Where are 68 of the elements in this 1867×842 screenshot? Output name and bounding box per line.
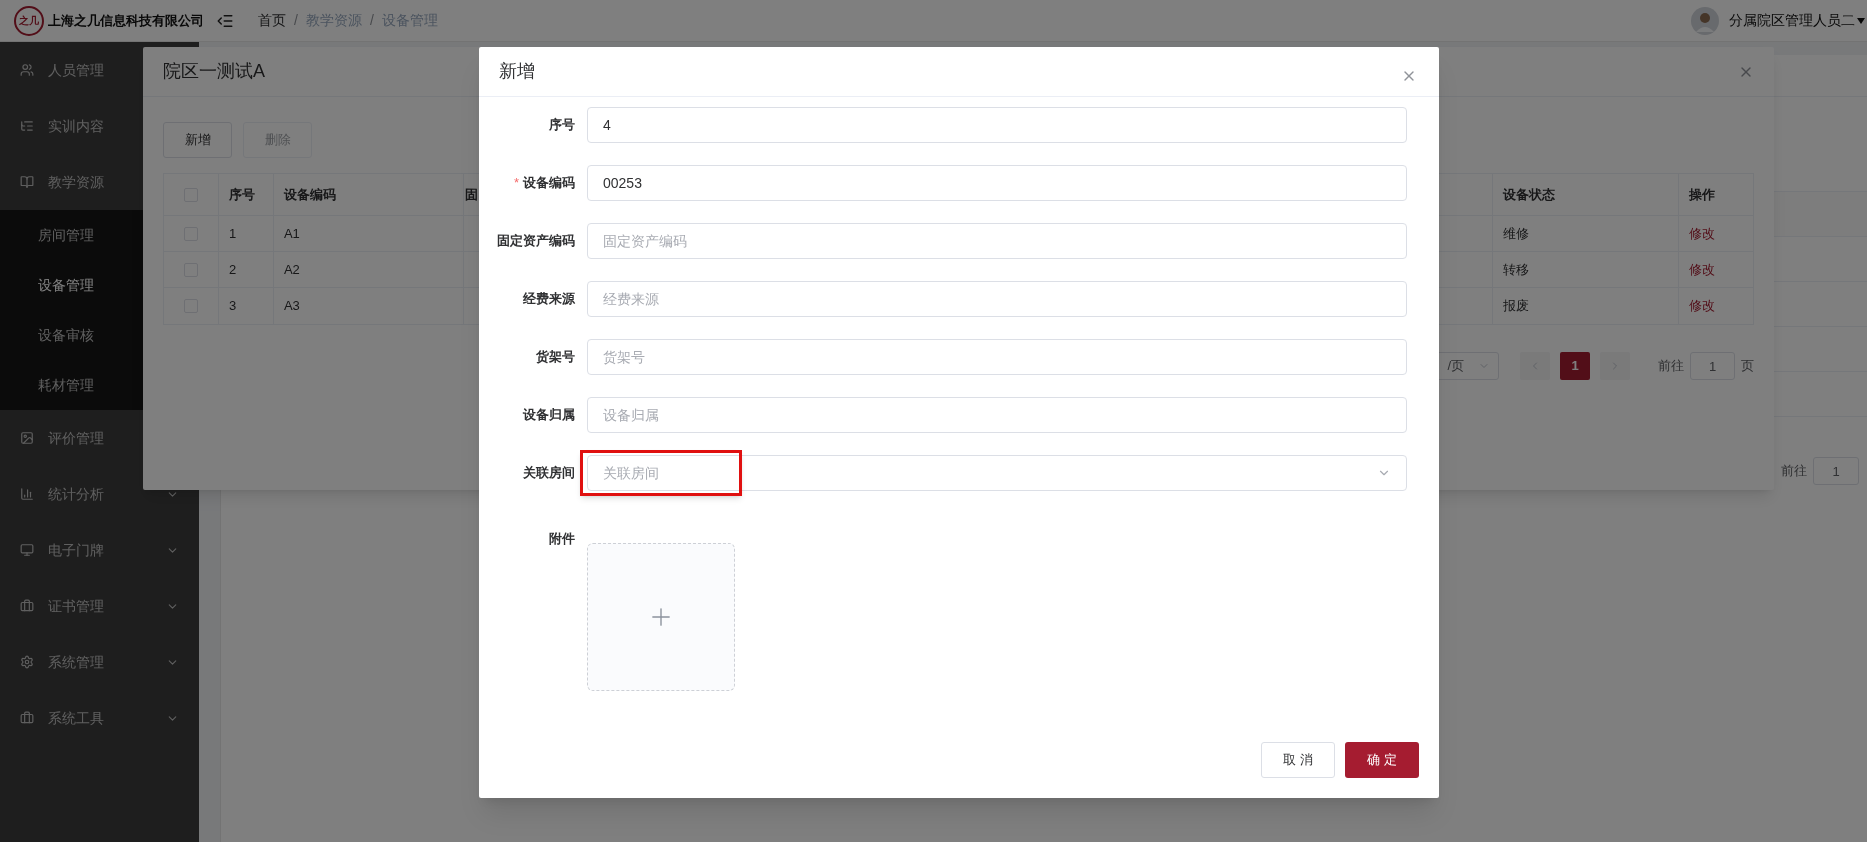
field-label: 关联房间 [523,464,575,483]
image-icon [20,431,34,445]
user-name[interactable]: 分属院区管理人员二 [1729,10,1855,31]
select-field[interactable]: 关联房间 [587,455,1407,491]
dialog-title: 新增 [499,60,535,83]
field-label: 固定资产编码 [497,232,575,251]
page-suffix: 页 [1741,357,1754,376]
company-name: 上海之几信息科技有限公司 [48,11,204,30]
table-cell-text: 2 [228,260,237,279]
input-field[interactable]: 00253 [587,165,1407,201]
table-cell-text: 维修 [1503,224,1530,243]
sidebar-item[interactable]: 系统管理 [0,634,199,690]
toolbar-button[interactable]: 新增 [163,122,232,158]
column-header: 操作 [1689,185,1716,204]
breadcrumb-separator: / [369,11,374,30]
upload-area[interactable] [587,543,735,691]
input-field[interactable]: 经费来源 [587,281,1407,317]
sidebar-item[interactable]: 电子门牌 [0,522,199,578]
breadcrumb-item[interactable]: 首页 [258,10,286,31]
briefcase-icon [20,599,34,613]
goto-page-field[interactable]: 1 [1690,352,1735,380]
table-cell-text: A2 [283,260,300,279]
sidebar-item[interactable]: 统计分析 [0,466,199,522]
field-label: 序号 [549,116,575,135]
breadcrumb-separator: / [294,11,298,30]
sidebar-item[interactable]: 系统工具 [0,690,199,746]
table-cell-text: 1 [228,224,237,243]
avatar[interactable] [1691,6,1719,35]
column-header: 序号 [228,185,255,204]
input-field[interactable]: 4 [587,107,1407,143]
input-field[interactable]: 货架号 [587,339,1407,375]
table-cell-text: 转移 [1503,260,1530,279]
sidebar-item[interactable]: 证书管理 [0,578,199,634]
input-field[interactable]: 固定资产编码 [587,223,1407,259]
briefcase-icon [20,711,34,725]
page-button[interactable]: 1 [1560,352,1590,380]
monitor-icon [20,543,34,557]
logo: 之几 [14,5,44,36]
settings-icon [20,655,34,669]
field-label: 经费来源 [523,290,575,309]
dialog-title: 院区一测试A [163,60,265,83]
book-icon [20,175,34,189]
edit-link[interactable]: 修改 [1689,259,1716,280]
users-icon [20,63,34,77]
edit-link[interactable]: 修改 [1689,223,1716,244]
table-cell-text: A1 [283,224,300,243]
field-label: 附件 [549,530,575,548]
column-header: 设备编码 [283,185,336,204]
bar-chart-icon [20,487,34,501]
table-cell-text: 3 [228,297,237,316]
sidebar-item[interactable]: 评价管理 [0,410,199,466]
table-cell-text: 报废 [1503,297,1530,316]
required-mark: * [513,174,519,193]
table-cell-text: A3 [283,297,300,316]
field-label: 设备编码 [523,174,575,193]
edit-link[interactable]: 修改 [1689,296,1716,316]
column-header: 固 [464,185,478,204]
input-field[interactable]: 设备归属 [587,397,1407,433]
tree-icon [20,119,34,133]
goto-label: 前往 [1781,462,1807,481]
field-label: 货架号 [536,348,575,367]
confirm-button[interactable]: 确定 [1345,742,1419,778]
field-label: 设备归属 [523,406,575,425]
caret-icon[interactable] [1857,17,1865,24]
goto-page-field[interactable]: 1 [1813,457,1859,485]
goto-label: 前往 [1658,357,1684,376]
cancel-button[interactable]: 取消 [1261,742,1335,778]
column-header: 设备状态 [1503,185,1556,204]
